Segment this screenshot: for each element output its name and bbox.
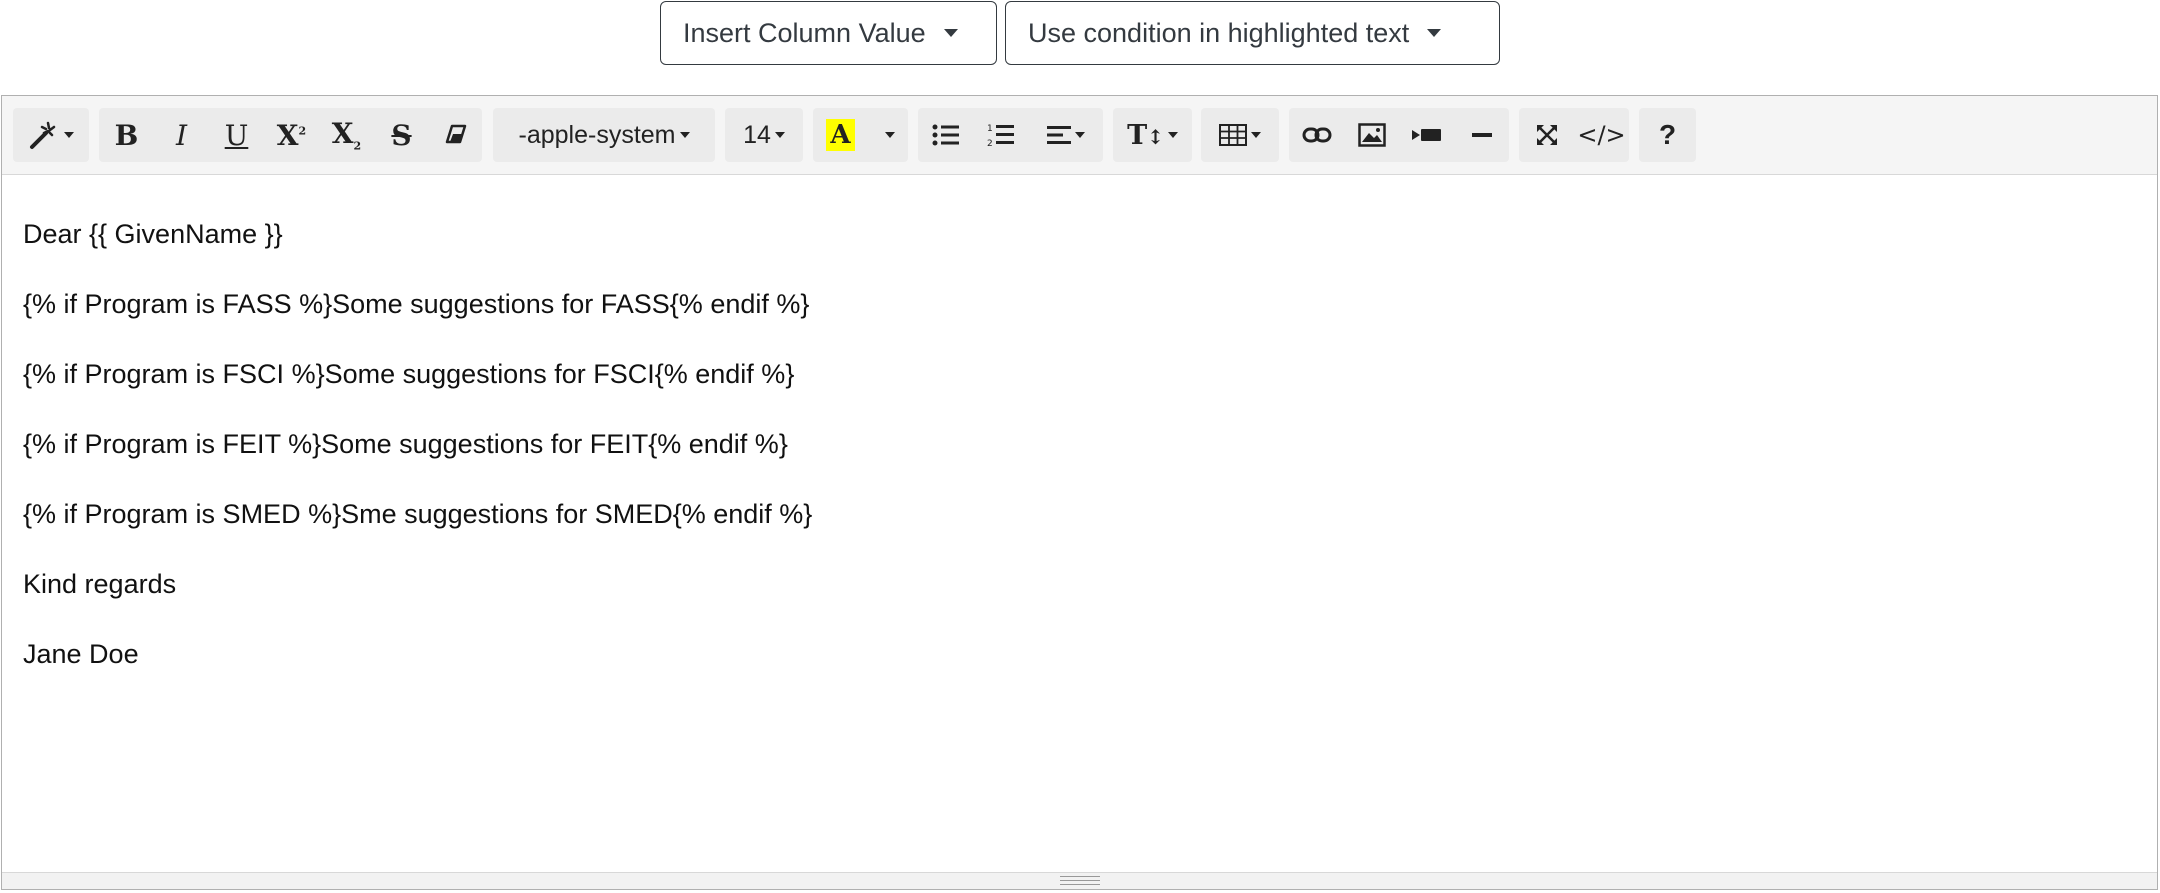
align-left-icon bbox=[1046, 126, 1071, 144]
table-icon bbox=[1219, 124, 1247, 146]
ordered-list-button[interactable]: 1 2 bbox=[973, 108, 1028, 162]
code-view-icon: </> bbox=[1577, 121, 1626, 149]
svg-text:1: 1 bbox=[987, 124, 993, 134]
caret-down-icon bbox=[1251, 132, 1261, 138]
bold-button[interactable]: B bbox=[99, 108, 154, 162]
editor-content[interactable]: Dear {{ GivenName }} {% if Program is FA… bbox=[2, 175, 2157, 689]
font-size-group: 14 bbox=[725, 108, 803, 162]
picture-icon bbox=[1357, 123, 1386, 147]
caret-down-icon bbox=[1427, 29, 1442, 37]
caret-down-icon bbox=[943, 29, 958, 37]
table-dropdown[interactable] bbox=[1201, 108, 1279, 162]
font-family-dropdown[interactable]: -apple-system bbox=[493, 108, 715, 162]
content-line: {% if Program is FASS %}Some suggestions… bbox=[23, 289, 810, 319]
numbered-list-icon: 1 2 bbox=[987, 124, 1014, 148]
highlight-color-button[interactable]: A bbox=[813, 108, 868, 162]
subscript-icon: X2 bbox=[331, 117, 362, 153]
font-size-dropdown[interactable]: 14 bbox=[725, 108, 803, 162]
svg-text:2: 2 bbox=[987, 139, 993, 148]
insert-link-button[interactable] bbox=[1289, 108, 1344, 162]
use-condition-dropdown[interactable]: Use condition in highlighted text bbox=[1005, 1, 1500, 65]
italic-icon: I bbox=[175, 118, 188, 152]
height-group: T↕ bbox=[1113, 108, 1192, 162]
highlight-icon: A bbox=[826, 119, 855, 151]
horizontal-rule-button[interactable] bbox=[1454, 108, 1509, 162]
magic-wand-icon bbox=[30, 121, 56, 149]
help-group: ? bbox=[1639, 108, 1696, 162]
content-line: Kind regards bbox=[23, 569, 177, 599]
fullscreen-button[interactable] bbox=[1519, 108, 1574, 162]
link-icon bbox=[1302, 127, 1331, 143]
video-icon bbox=[1411, 129, 1441, 141]
content-line: Jane Doe bbox=[23, 639, 139, 669]
subscript-button[interactable]: X2 bbox=[319, 108, 374, 162]
caret-down-icon bbox=[679, 132, 690, 138]
insert-video-button[interactable] bbox=[1399, 108, 1454, 162]
text-height-icon: T↕ bbox=[1127, 119, 1164, 151]
strikethrough-button[interactable]: S bbox=[374, 108, 429, 162]
editor-statusbar bbox=[2, 872, 2157, 889]
color-group: A bbox=[813, 108, 908, 162]
align-dropdown-button[interactable] bbox=[1028, 108, 1103, 162]
style-group bbox=[13, 108, 89, 162]
insert-column-value-label: Insert Column Value bbox=[683, 17, 926, 48]
content-line: Dear {{ GivenName }} bbox=[23, 219, 283, 249]
content-line: {% if Program is FEIT %}Some suggestions… bbox=[23, 429, 788, 459]
caret-down-icon bbox=[885, 132, 895, 138]
clear-format-button[interactable] bbox=[429, 108, 482, 162]
insert-group bbox=[1289, 108, 1509, 162]
help-button[interactable]: ? bbox=[1639, 108, 1696, 162]
italic-button[interactable]: I bbox=[154, 108, 209, 162]
eraser-icon bbox=[445, 124, 466, 144]
superscript-button[interactable]: X2 bbox=[264, 108, 319, 162]
rich-text-editor: B I U X2 X2 S -apple-system 14 A 1 2 T↕ … bbox=[1, 95, 2158, 890]
bullet-list-icon bbox=[932, 124, 959, 146]
table-group bbox=[1201, 108, 1279, 162]
unordered-list-button[interactable] bbox=[918, 108, 973, 162]
use-condition-label: Use condition in highlighted text bbox=[1028, 17, 1410, 48]
help-icon: ? bbox=[1658, 119, 1677, 150]
font-family-group: -apple-system bbox=[493, 108, 715, 162]
caret-down-icon bbox=[774, 132, 785, 138]
fullscreen-icon bbox=[1536, 125, 1557, 145]
editor-toolbar: B I U X2 X2 S -apple-system 14 A 1 2 T↕ … bbox=[2, 96, 2157, 175]
bold-icon: B bbox=[114, 118, 139, 152]
caret-down-icon bbox=[1167, 132, 1178, 138]
resize-handle-icon[interactable] bbox=[1060, 876, 1100, 885]
strikethrough-icon: S bbox=[391, 118, 412, 152]
font-style-group: B I U X2 X2 S bbox=[99, 108, 482, 162]
content-line: {% if Program is SMED %}Sme suggestions … bbox=[23, 499, 813, 529]
caret-down-icon bbox=[1074, 132, 1085, 138]
code-view-button[interactable]: </> bbox=[1574, 108, 1629, 162]
paragraph-group: 1 2 bbox=[918, 108, 1103, 162]
style-dropdown-button[interactable] bbox=[13, 108, 89, 162]
font-family-value: -apple-system bbox=[518, 120, 676, 149]
insert-column-value-dropdown[interactable]: Insert Column Value bbox=[660, 1, 997, 65]
view-group: </> bbox=[1519, 108, 1629, 162]
line-height-dropdown[interactable]: T↕ bbox=[1113, 108, 1192, 162]
caret-down-icon bbox=[64, 132, 74, 138]
color-dropdown-button[interactable] bbox=[868, 108, 908, 162]
content-line: {% if Program is FSCI %}Some suggestions… bbox=[23, 359, 795, 389]
insert-picture-button[interactable] bbox=[1344, 108, 1399, 162]
horizontal-rule-icon bbox=[1471, 133, 1492, 137]
font-size-value: 14 bbox=[743, 120, 771, 149]
underline-icon: U bbox=[224, 118, 249, 152]
underline-button[interactable]: U bbox=[209, 108, 264, 162]
superscript-icon: X2 bbox=[276, 118, 307, 152]
